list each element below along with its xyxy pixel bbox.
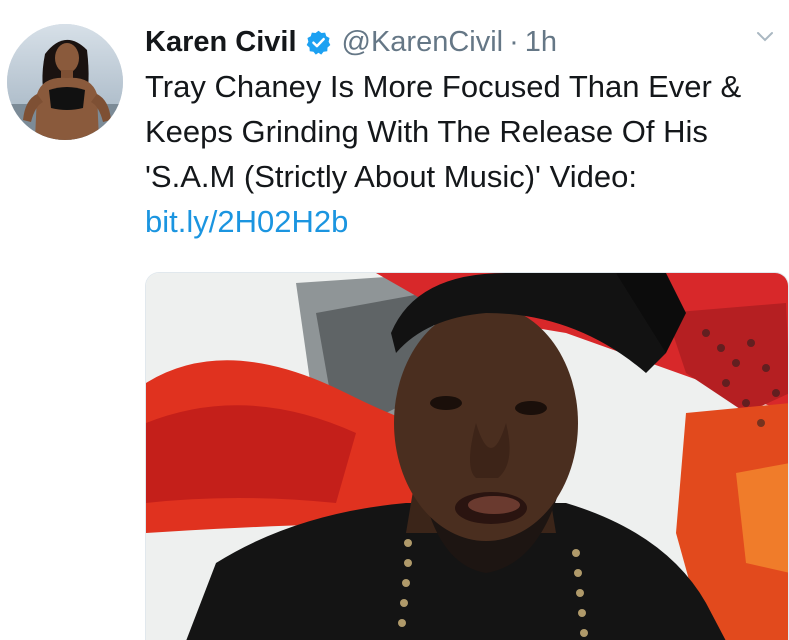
chevron-down-icon[interactable]	[755, 30, 775, 44]
display-name[interactable]: Karen Civil	[145, 26, 297, 59]
verified-badge-icon	[305, 29, 332, 56]
media-video-thumbnail[interactable]	[145, 272, 789, 640]
tweet-header: Karen Civil @KarenCivil · 1h	[145, 22, 557, 62]
avatar[interactable]	[7, 24, 123, 140]
tweet-link[interactable]: bit.ly/2H02H2b	[145, 204, 348, 239]
tweet-timestamp[interactable]: 1h	[525, 26, 557, 59]
tweet-text: Tray Chaney Is More Focused Than Ever & …	[145, 64, 770, 244]
tweet-body: Tray Chaney Is More Focused Than Ever & …	[145, 69, 742, 194]
tweet-card[interactable]: Karen Civil @KarenCivil · 1h Tray Chaney…	[0, 0, 789, 640]
separator-dot: ·	[509, 25, 519, 58]
user-handle[interactable]: @KarenCivil	[342, 26, 504, 59]
